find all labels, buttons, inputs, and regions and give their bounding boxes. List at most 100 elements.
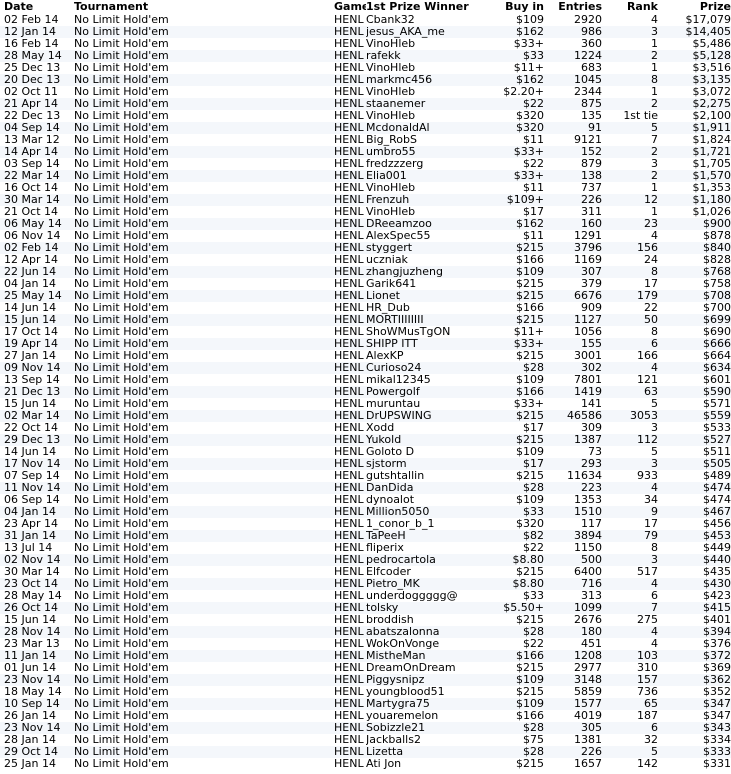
cell-tournament: No Limit Hold'em	[74, 230, 334, 242]
cell-tournament: No Limit Hold'em	[74, 158, 334, 170]
cell-date: 26 Oct 14	[0, 602, 74, 614]
cell-rank: 3	[602, 554, 658, 566]
table-row[interactable]: 12 Apr 14 No Limit Hold'em HENL uczniak $166…	[0, 254, 731, 266]
table-row[interactable]: 06 Sep 14 No Limit Hold'em HENL dynoalot $10…	[0, 494, 731, 506]
table-row[interactable]: 07 Sep 14 No Limit Hold'em HENL gutshtallin…	[0, 470, 731, 482]
table-row[interactable]: 29 Dec 13 No Limit Hold'em HENL Yukold $215 1…	[0, 434, 731, 446]
table-row[interactable]: 06 May 14 No Limit Hold'em HENL DReeamzoo $1…	[0, 218, 731, 230]
table-row[interactable]: 03 Sep 14 No Limit Hold'em HENL fredzzzerg $…	[0, 158, 731, 170]
table-row[interactable]: 04 Sep 14 No Limit Hold'em HENL McdonaldAl $…	[0, 122, 731, 134]
column-header-entries[interactable]: Entries	[544, 0, 602, 14]
table-row[interactable]: 17 Oct 14 No Limit Hold'em HENL ShoWMusTgON…	[0, 326, 731, 338]
cell-entries: 73	[544, 446, 602, 458]
cell-entries: 3894	[544, 530, 602, 542]
cell-rank: 23	[602, 218, 658, 230]
column-header-tournament[interactable]: Tournament	[74, 0, 334, 14]
table-row[interactable]: 10 Sep 14 No Limit Hold'em HENL Martygra75 $…	[0, 698, 731, 710]
table-row[interactable]: 21 Oct 14 No Limit Hold'em HENL VinoHleb $17…	[0, 206, 731, 218]
table-row[interactable]: 23 Apr 14 No Limit Hold'em HENL 1_conor_b_1…	[0, 518, 731, 530]
table-row[interactable]: 25 Dec 13 No Limit Hold'em HENL VinoHleb $11…	[0, 62, 731, 74]
table-row[interactable]: 28 Nov 14 No Limit Hold'em HENL abatszalonn…	[0, 626, 731, 638]
table-row[interactable]: 21 Apr 14 No Limit Hold'em HENL staanemer $2…	[0, 98, 731, 110]
table-row[interactable]: 23 Nov 14 No Limit Hold'em HENL Sobizzle21 $…	[0, 722, 731, 734]
cell-game: HENL	[334, 374, 366, 386]
cell-prize: $1,705	[658, 158, 731, 170]
table-row[interactable]: 26 Jan 14 No Limit Hold'em HENL youaremelon…	[0, 710, 731, 722]
cell-tournament: No Limit Hold'em	[74, 722, 334, 734]
table-row[interactable]: 13 Sep 14 No Limit Hold'em HENL mikal12345 $…	[0, 374, 731, 386]
cell-winner: youngblood51	[366, 686, 494, 698]
table-row[interactable]: 02 Nov 14 No Limit Hold'em HENL pedrocartol…	[0, 554, 731, 566]
table-row[interactable]: 23 Oct 14 No Limit Hold'em HENL Pietro_MK $8…	[0, 578, 731, 590]
table-row[interactable]: 12 Jan 14 No Limit Hold'em HENL jesus_AKA_m…	[0, 26, 731, 38]
table-row[interactable]: 14 Apr 14 No Limit Hold'em HENL umbro55 $33+…	[0, 146, 731, 158]
cell-date: 04 Sep 14	[0, 122, 74, 134]
table-row[interactable]: 30 Mar 14 No Limit Hold'em HENL Frenzuh $109…	[0, 194, 731, 206]
table-row[interactable]: 28 May 14 No Limit Hold'em HENL rafekk $33 12…	[0, 50, 731, 62]
cell-rank: 34	[602, 494, 658, 506]
table-row[interactable]: 13 Mar 12 No Limit Hold'em HENL Big_RobS $11…	[0, 134, 731, 146]
column-header-buy-in[interactable]: Buy in	[494, 0, 544, 14]
table-row[interactable]: 23 Mar 13 No Limit Hold'em HENL WokOnVonge $…	[0, 638, 731, 650]
column-header-date[interactable]: Date	[0, 0, 74, 14]
cell-rank: 63	[602, 386, 658, 398]
table-row[interactable]: 11 Jan 14 No Limit Hold'em HENL MistheMan $1…	[0, 650, 731, 662]
column-header-rank[interactable]: Rank	[602, 0, 658, 14]
table-row[interactable]: 04 Jan 14 No Limit Hold'em HENL Million5050…	[0, 506, 731, 518]
table-row[interactable]: 04 Jan 14 No Limit Hold'em HENL Garik641 $21…	[0, 278, 731, 290]
table-row[interactable]: 27 Jan 14 No Limit Hold'em HENL AlexKP $215 3…	[0, 350, 731, 362]
table-row[interactable]: 14 Jun 14 No Limit Hold'em HENL Goloto D $10…	[0, 446, 731, 458]
table-row[interactable]: 14 Jun 14 No Limit Hold'em HENL HR_Dub $166 9…	[0, 302, 731, 314]
table-row[interactable]: 25 Jan 14 No Limit Hold'em HENL Ati Jon $215…	[0, 758, 731, 770]
table-row[interactable]: 31 Jan 14 No Limit Hold'em HENL TaPeeH $82 38…	[0, 530, 731, 542]
table-row[interactable]: 09 Nov 14 No Limit Hold'em HENL Curioso24 $2…	[0, 362, 731, 374]
cell-prize: $758	[658, 278, 731, 290]
cell-buy-in: $166	[494, 710, 544, 722]
table-row[interactable]: 22 Jun 14 No Limit Hold'em HENL zhangjuzhen…	[0, 266, 731, 278]
cell-tournament: No Limit Hold'em	[74, 434, 334, 446]
cell-buy-in: $162	[494, 74, 544, 86]
cell-buy-in: $215	[494, 410, 544, 422]
table-row[interactable]: 15 Jun 14 No Limit Hold'em HENL broddish $21…	[0, 614, 731, 626]
table-row[interactable]: 19 Apr 14 No Limit Hold'em HENL SHIPP ITT $3…	[0, 338, 731, 350]
table-row[interactable]: 21 Dec 13 No Limit Hold'em HENL Powergolf $1…	[0, 386, 731, 398]
table-row[interactable]: 25 May 14 No Limit Hold'em HENL Lionet $215 6…	[0, 290, 731, 302]
table-row[interactable]: 02 Oct 11 No Limit Hold'em HENL VinoHleb $2.…	[0, 86, 731, 98]
table-row[interactable]: 06 Nov 14 No Limit Hold'em HENL AlexSpec55 $…	[0, 230, 731, 242]
table-row[interactable]: 15 Jun 14 No Limit Hold'em HENL MORTIIIIIII…	[0, 314, 731, 326]
table-row[interactable]: 16 Oct 14 No Limit Hold'em HENL VinoHleb $11…	[0, 182, 731, 194]
table-row[interactable]: 17 Nov 14 No Limit Hold'em HENL sjstorm $17 2…	[0, 458, 731, 470]
cell-tournament: No Limit Hold'em	[74, 278, 334, 290]
cell-date: 06 Sep 14	[0, 494, 74, 506]
table-row[interactable]: 29 Oct 14 No Limit Hold'em HENL Lizetta $28 2…	[0, 746, 731, 758]
table-row[interactable]: 23 Nov 14 No Limit Hold'em HENL Piggysnipz $…	[0, 674, 731, 686]
table-row[interactable]: 02 Feb 14 No Limit Hold'em HENL Cbank32 $109…	[0, 14, 731, 26]
table-row[interactable]: 28 May 14 No Limit Hold'em HENL underdogggg…	[0, 590, 731, 602]
cell-tournament: No Limit Hold'em	[74, 14, 334, 26]
table-row[interactable]: 01 Jun 14 No Limit Hold'em HENL DreamOnDrea…	[0, 662, 731, 674]
table-row[interactable]: 20 Dec 13 No Limit Hold'em HENL markmc456 $1…	[0, 74, 731, 86]
table-row[interactable]: 16 Feb 14 No Limit Hold'em HENL VinoHleb $33…	[0, 38, 731, 50]
column-header-winner[interactable]: 1st Prize Winner	[366, 0, 494, 14]
table-row[interactable]: 26 Oct 14 No Limit Hold'em HENL tolsky $5.50…	[0, 602, 731, 614]
cell-date: 02 Oct 11	[0, 86, 74, 98]
table-row[interactable]: 22 Oct 14 No Limit Hold'em HENL Xodd $17 309 3…	[0, 422, 731, 434]
table-row[interactable]: 15 Jun 14 No Limit Hold'em HENL muruntau $33…	[0, 398, 731, 410]
cell-entries: 1150	[544, 542, 602, 554]
table-row[interactable]: 13 Jul 14 No Limit Hold'em HENL fliperix $22…	[0, 542, 731, 554]
cell-winner: pedrocartola	[366, 554, 494, 566]
cell-game: HENL	[334, 434, 366, 446]
cell-winner: zhangjuzheng	[366, 266, 494, 278]
table-row[interactable]: 30 Mar 14 No Limit Hold'em HENL Elfcoder $21…	[0, 566, 731, 578]
table-row[interactable]: 28 Jan 14 No Limit Hold'em HENL Jackballs2 $…	[0, 734, 731, 746]
table-row[interactable]: 18 May 14 No Limit Hold'em HENL youngblood5…	[0, 686, 731, 698]
table-row[interactable]: 02 Feb 14 No Limit Hold'em HENL styggert $21…	[0, 242, 731, 254]
table-row[interactable]: 11 Nov 14 No Limit Hold'em HENL DanDida $28 2…	[0, 482, 731, 494]
cell-winner: Garik641	[366, 278, 494, 290]
table-row[interactable]: 22 Mar 14 No Limit Hold'em HENL Elia001 $33+…	[0, 170, 731, 182]
cell-entries: 1387	[544, 434, 602, 446]
table-row[interactable]: 02 Mar 14 No Limit Hold'em HENL DrUPSWING $2…	[0, 410, 731, 422]
table-row[interactable]: 22 Dec 13 No Limit Hold'em HENL VinoHleb $32…	[0, 110, 731, 122]
column-header-game[interactable]: Game	[334, 0, 366, 14]
column-header-prize[interactable]: Prize	[658, 0, 731, 14]
